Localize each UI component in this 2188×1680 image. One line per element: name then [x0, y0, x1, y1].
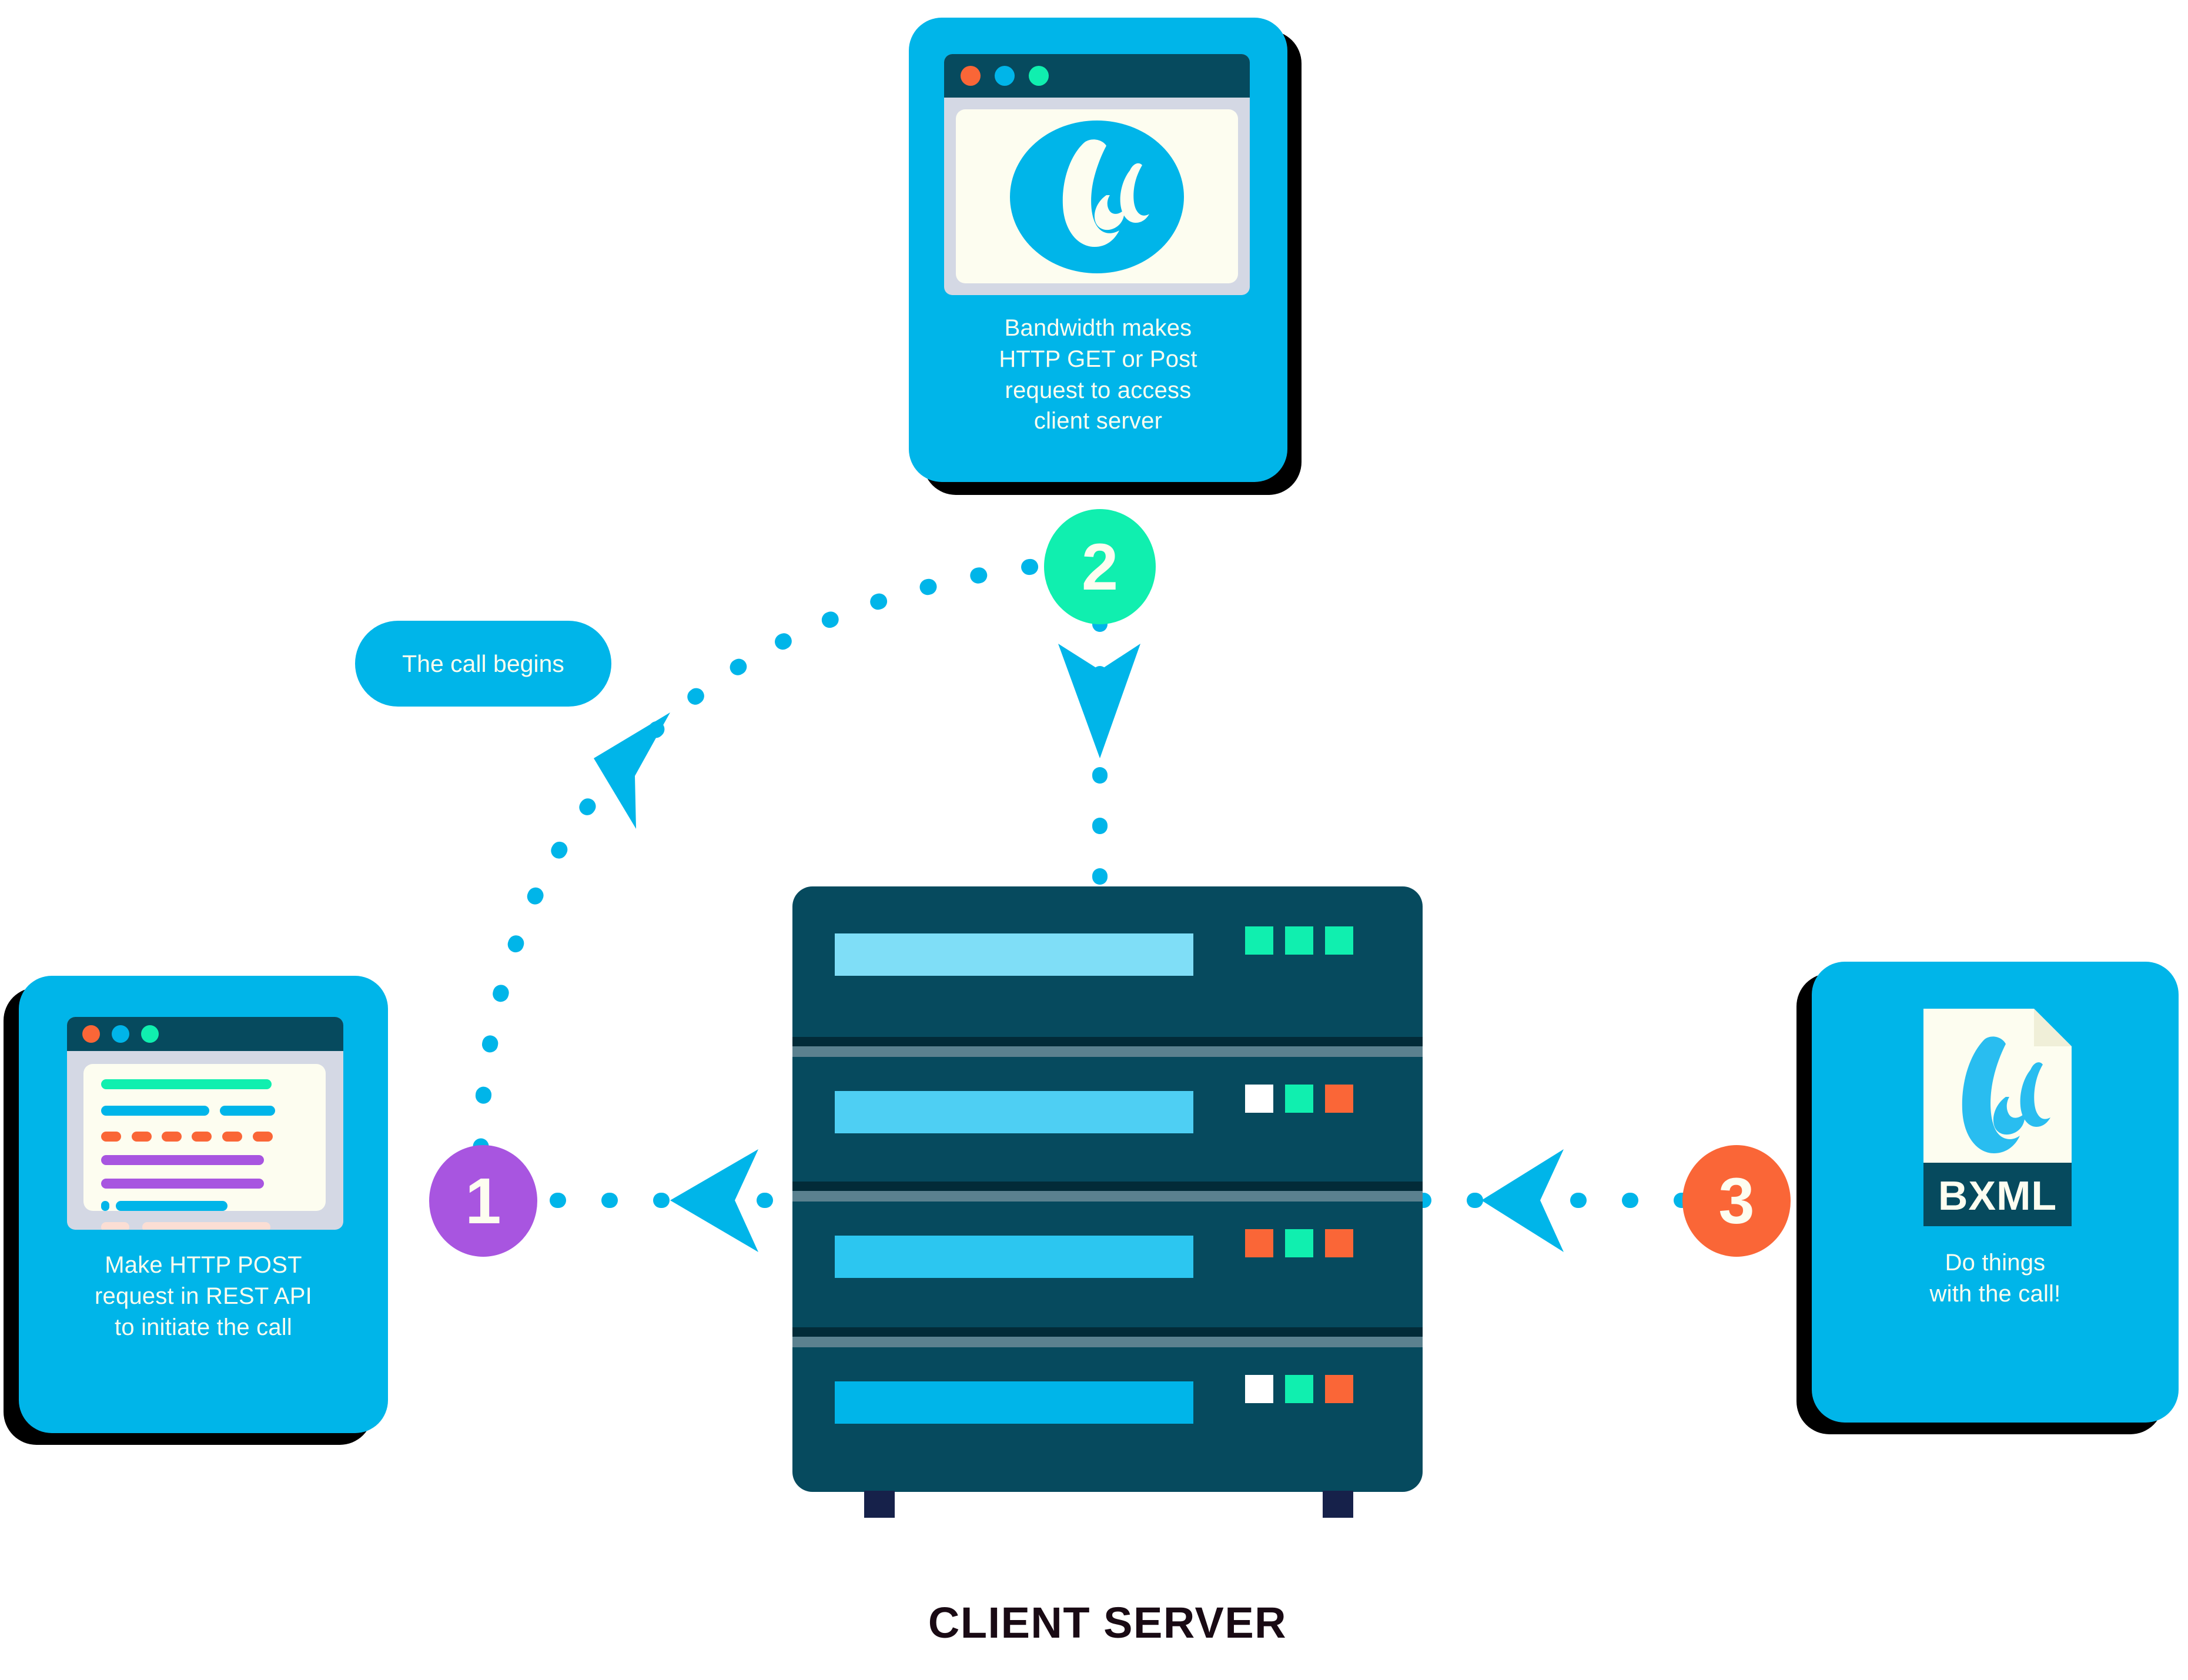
window-dot-red-icon	[82, 1025, 100, 1043]
caption-line: Bandwidth makes	[1004, 315, 1192, 341]
client-server-title: CLIENT SERVER	[928, 1598, 1287, 1647]
bandwidth-request-card[interactable]: Bandwidth makes HTTP GET or Post request…	[909, 18, 1287, 482]
rack-led-3-1-icon	[1245, 1229, 1273, 1257]
rack-divider-3	[792, 1327, 1423, 1347]
connector-server-to-step3	[1415, 1149, 1718, 1252]
rack-bay-4	[835, 1381, 1193, 1424]
rack-led-1-2-icon	[1285, 926, 1313, 955]
browser-window-mock	[67, 1017, 343, 1230]
caption-line: Make HTTP POST	[105, 1252, 302, 1278]
call-begins-label[interactable]: The call begins	[355, 621, 611, 707]
rack-led-4-2-icon	[1285, 1375, 1313, 1403]
bxml-file-icon: BXML	[1923, 1009, 2072, 1226]
code-line	[101, 1106, 209, 1116]
bxml-caption: Do things with the call!	[1812, 1247, 2179, 1310]
step-badge-1-number: 1	[465, 1164, 501, 1237]
rack-led-1-3-icon	[1325, 926, 1353, 955]
connector-server-to-step1	[498, 1149, 798, 1252]
code-line-dash	[132, 1132, 152, 1142]
caption-line: client server	[1033, 408, 1163, 434]
window-dot-blue-icon	[995, 66, 1015, 86]
code-line-dash	[222, 1132, 242, 1142]
code-line	[101, 1201, 109, 1211]
code-line-dash	[162, 1132, 182, 1142]
code-line	[101, 1155, 264, 1165]
caption-line: request in REST API	[95, 1283, 312, 1309]
code-line-dash	[192, 1132, 212, 1142]
rack-divider-2	[792, 1182, 1423, 1202]
window-titlebar	[944, 54, 1250, 98]
rack-led-3-3-icon	[1325, 1229, 1353, 1257]
rack-bay-3	[835, 1236, 1193, 1278]
code-line	[116, 1201, 228, 1211]
rack-bay-2	[835, 1091, 1193, 1133]
rack-led-2-2-icon	[1285, 1085, 1313, 1113]
call-begins-text: The call begins	[402, 650, 564, 677]
rest-api-card[interactable]: Make HTTP POST request in REST API to in…	[19, 976, 388, 1433]
rack-led-3-2-icon	[1285, 1229, 1313, 1257]
rack-led-2-3-icon	[1325, 1085, 1353, 1113]
bandwidth-logo-icon	[1010, 121, 1184, 273]
window-dot-green-icon	[141, 1025, 159, 1043]
rack-divider-1	[792, 1037, 1423, 1057]
window-dot-red-icon	[961, 66, 981, 86]
rack-leg-left	[864, 1491, 895, 1518]
code-line-dash	[253, 1132, 273, 1142]
client-server-rack[interactable]	[792, 886, 1423, 1492]
step-badge-2-number: 2	[1081, 530, 1119, 604]
code-line	[220, 1106, 275, 1116]
connector-step2-to-server	[1058, 615, 1140, 895]
code-line-dash	[101, 1132, 121, 1142]
window-dot-green-icon	[1029, 66, 1049, 86]
caption-line: with the call!	[1929, 1280, 2061, 1307]
rack-leg-right	[1323, 1491, 1353, 1518]
caption-line: HTTP GET or Post	[999, 346, 1197, 372]
window-content-area	[956, 109, 1238, 283]
bxml-file-label: BXML	[1938, 1173, 2057, 1219]
rack-led-4-1-icon	[1245, 1375, 1273, 1403]
diagram-canvas: Bandwidth makes HTTP GET or Post request…	[0, 0, 2188, 1680]
step-badge-3[interactable]: 3	[1682, 1145, 1791, 1257]
code-line	[142, 1222, 270, 1230]
rack-led-2-1-icon	[1245, 1085, 1273, 1113]
rack-led-4-3-icon	[1325, 1375, 1353, 1403]
step-badge-1[interactable]: 1	[429, 1145, 537, 1257]
caption-line: request to access	[1005, 377, 1192, 403]
caption-line: Do things	[1945, 1250, 2046, 1276]
rack-bay-1	[835, 933, 1193, 976]
rest-api-caption: Make HTTP POST request in REST API to in…	[19, 1250, 388, 1343]
browser-window-mock	[944, 54, 1250, 295]
code-line	[101, 1079, 272, 1089]
bandwidth-request-caption: Bandwidth makes HTTP GET or Post request…	[909, 313, 1287, 437]
step-badge-3-number: 3	[1718, 1164, 1755, 1237]
bxml-card[interactable]: BXML Do things with the call!	[1812, 962, 2179, 1423]
code-line	[101, 1179, 264, 1189]
caption-line: to initiate the call	[115, 1314, 292, 1340]
window-titlebar	[67, 1017, 343, 1051]
rack-led-1-1-icon	[1245, 926, 1273, 955]
code-preview	[83, 1064, 326, 1230]
step-badge-2[interactable]: 2	[1044, 509, 1156, 624]
code-line	[101, 1222, 129, 1230]
window-dot-blue-icon	[112, 1025, 129, 1043]
